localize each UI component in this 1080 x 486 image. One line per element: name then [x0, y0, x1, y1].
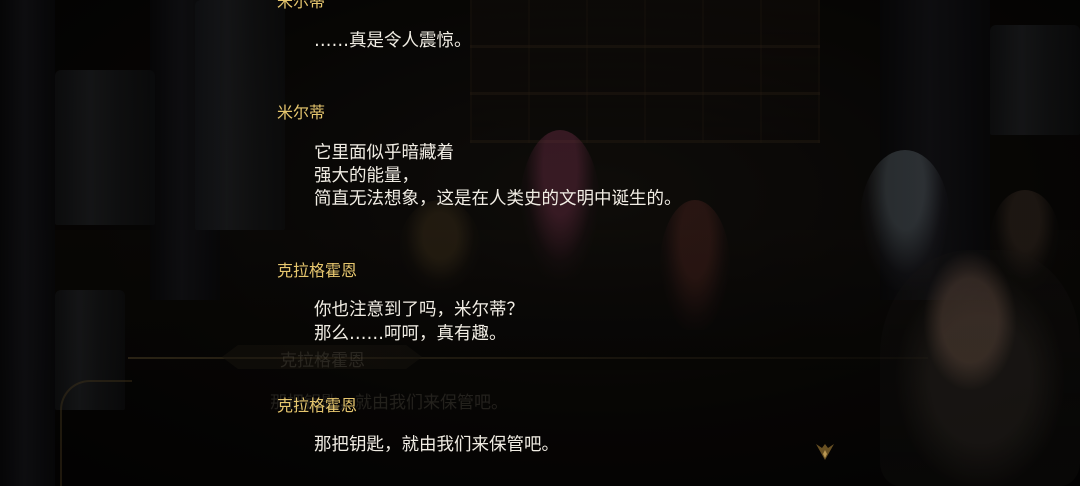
backlog-speaker: 克拉格霍恩 [277, 396, 358, 415]
backlog-speaker: 米尔蒂 [277, 103, 326, 122]
game-scene[interactable]: 克拉格霍恩 那把钥匙，就由我们来保管吧。 米尔蒂 ……真是令人震惊。 米尔蒂 它… [0, 0, 1080, 486]
backlog-speaker: 米尔蒂 [277, 0, 326, 11]
backlog-line: 简直无法想象，这是在人类史的文明中诞生的。 [314, 189, 682, 209]
backlog-line: ……真是令人震惊。 [314, 31, 472, 51]
backlog-line: 那把钥匙，就由我们来保管吧。 [314, 435, 559, 455]
backlog-line: 它里面似乎暗藏着 [314, 143, 454, 163]
backlog-line: 你也注意到了吗，米尔蒂？ [314, 300, 524, 320]
backlog-speaker: 克拉格霍恩 [277, 261, 358, 280]
dialogue-backlog[interactable]: 米尔蒂 ……真是令人震惊。 米尔蒂 它里面似乎暗藏着 强大的能量， 简直无法想象… [0, 0, 1080, 486]
backlog-line: 强大的能量， [314, 166, 419, 186]
backlog-line: 那么……呵呵，真有趣。 [314, 324, 507, 344]
ornate-arrow-down-icon[interactable] [814, 440, 836, 462]
